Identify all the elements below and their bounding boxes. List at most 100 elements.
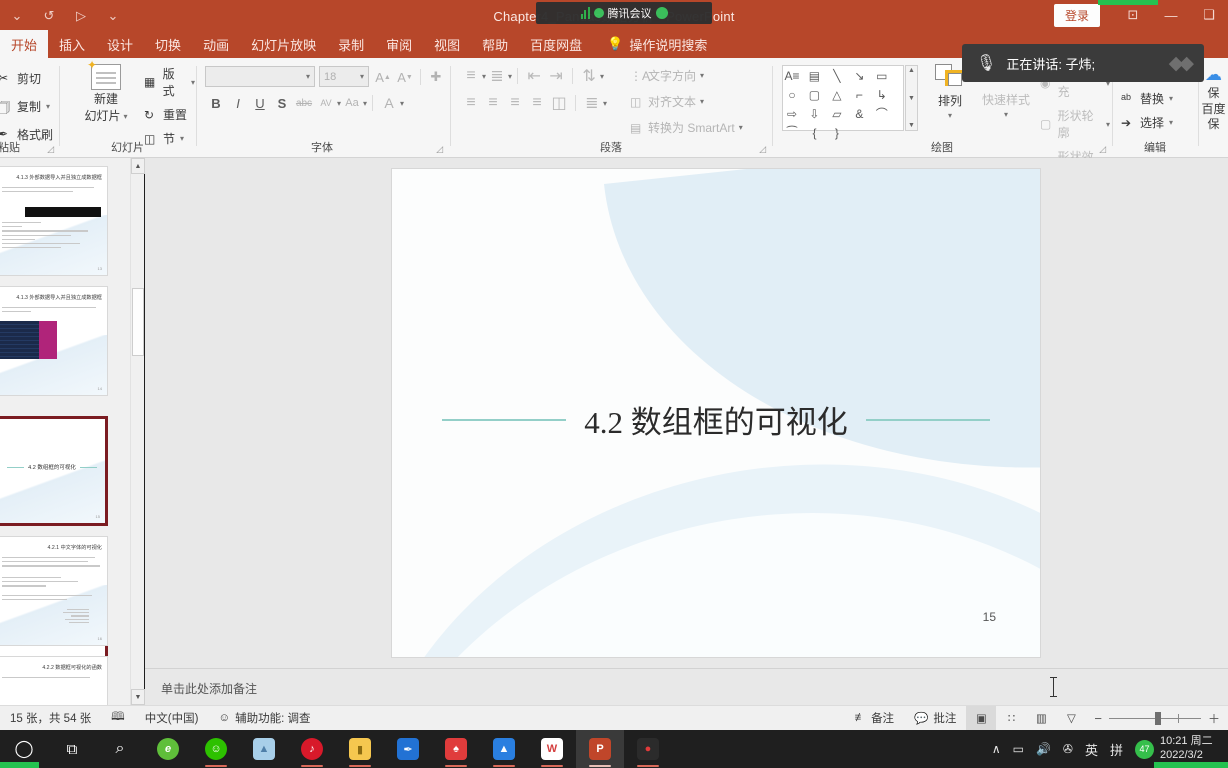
view-normal-button[interactable]: ▣	[966, 705, 997, 731]
tab-insert[interactable]: 插入	[48, 30, 96, 58]
chevron-down-icon[interactable]: ▾	[306, 72, 310, 81]
tab-slideshow[interactable]: 幻灯片放映	[240, 30, 327, 58]
powerpoint-icon[interactable]: P	[576, 730, 624, 768]
tab-view[interactable]: 视图	[423, 30, 471, 58]
browser-icon[interactable]: ●	[624, 730, 672, 768]
comments-toggle-button[interactable]: 💬 批注	[904, 706, 966, 731]
shapes-gallery-scrollbar[interactable]: ▲ ▼ ▼	[905, 65, 918, 131]
font-color-button[interactable]: A	[378, 92, 400, 114]
notes-app-icon[interactable]: ✒	[384, 730, 432, 768]
italic-button[interactable]: I	[227, 92, 249, 114]
ime-pinyin-indicator[interactable]: 拼	[1104, 740, 1129, 759]
tab-record[interactable]: 录制	[327, 30, 375, 58]
show-hidden-icons-chevron-icon[interactable]: ∧	[986, 742, 1007, 756]
chevron-down-icon[interactable]: ▾	[1106, 120, 1110, 129]
list-item-active[interactable]: 4.2 数组框的可视化 15	[0, 416, 108, 526]
change-case-button[interactable]: Aa	[341, 92, 363, 114]
drawing-dialog-launcher-icon[interactable]: ◿	[1099, 144, 1106, 155]
shape-elbow-connector-icon[interactable]: ⌐	[850, 85, 868, 104]
wps-office-icon[interactable]: W	[528, 730, 576, 768]
slide-editing-stage[interactable]: 4.2 数组框的可视化 15	[145, 158, 1228, 668]
tencent-meeting-titlebar-overlay[interactable]: 腾讯会议	[536, 2, 712, 24]
tab-animations[interactable]: 动画	[192, 30, 240, 58]
font-name-combobox[interactable]: ▾	[205, 66, 315, 87]
text-columns-button[interactable]: ≣	[581, 92, 603, 114]
slide-count-status[interactable]: 15 张，共 54 张	[0, 706, 101, 731]
view-slideshow-button[interactable]: ▽	[1056, 706, 1086, 731]
tab-transitions[interactable]: 切换	[144, 30, 192, 58]
numbering-button[interactable]: ≣	[486, 65, 508, 87]
chevron-down-icon[interactable]: ▾	[700, 97, 704, 106]
shapes-gallery[interactable]: A≡ ▤ ╲ ↘ ▭ ○ ▢ △ ⌐ ↳ ⇨ ⇩ ▱ & ⌒ ⁀ { }	[782, 65, 904, 140]
shape-freeform-icon[interactable]: &	[850, 105, 868, 124]
tab-review[interactable]: 审阅	[375, 30, 423, 58]
notes-placeholder[interactable]: 单击此处添加备注	[161, 680, 257, 697]
edge-browser-icon[interactable]: e	[144, 730, 192, 768]
slide-title-placeholder[interactable]: 4.2 数组框的可视化	[392, 397, 1040, 442]
underline-button[interactable]: U	[249, 92, 271, 114]
search-icon[interactable]: ⌕	[96, 730, 144, 768]
scroll-down-icon[interactable]: ▼	[131, 689, 145, 705]
shape-rectangle-icon[interactable]: ▭	[873, 66, 891, 85]
scroll-up-icon[interactable]: ▲	[908, 67, 915, 74]
chevron-down-icon[interactable]: ▾	[1004, 110, 1008, 119]
volume-icon[interactable]: 🔊	[1030, 742, 1057, 756]
shape-text-box-icon[interactable]: A≡	[783, 66, 801, 85]
restore-icon[interactable]: ❑	[1190, 0, 1228, 30]
cut-button[interactable]: ✂ 剪切	[0, 66, 53, 90]
font-size-combobox[interactable]: 18 ▾	[319, 66, 369, 87]
music-app-icon[interactable]: ♪	[288, 730, 336, 768]
character-spacing-button[interactable]: AV	[315, 92, 337, 114]
tencent-meeting-speaking-toast[interactable]: 🎙 正在讲话: 子炜; ◆◆	[962, 44, 1204, 82]
language-status[interactable]: 中文(中国)	[135, 706, 209, 731]
zoom-track[interactable]	[1108, 711, 1201, 725]
paragraph-dialog-launcher-icon[interactable]: ◿	[759, 144, 766, 155]
scroll-down-icon[interactable]: ▼	[908, 95, 915, 102]
shape-arc-icon[interactable]: ⌒	[873, 104, 891, 123]
shape-down-arrow-icon[interactable]: ⇩	[805, 105, 823, 124]
increase-indent-button[interactable]: ⇥	[545, 65, 567, 87]
tell-me-search[interactable]: 💡 操作说明搜索	[593, 30, 718, 58]
chevron-down-icon[interactable]: ▾	[363, 99, 367, 108]
shape-line-icon[interactable]: ╲	[828, 66, 846, 85]
chevron-down-icon[interactable]: ▾	[600, 72, 604, 81]
align-left-button[interactable]: ≡	[460, 92, 482, 114]
clipboard-dialog-launcher-icon[interactable]: ◿	[47, 144, 54, 155]
shape-outline-button[interactable]: ▢ 形状轮廓 ▾	[1040, 107, 1110, 141]
chevron-down-icon[interactable]: ▾	[603, 99, 607, 108]
zoom-in-button[interactable]: ＋	[1208, 710, 1220, 727]
list-item[interactable]: 4.1.3 外部数据导入并且独立成数据框 13	[0, 166, 108, 276]
scrollbar-thumb[interactable]	[132, 288, 144, 356]
thumbnail-pane-scrollbar[interactable]: ▲ ▼	[130, 158, 145, 705]
shape-vertical-text-icon[interactable]: ▤	[805, 66, 823, 85]
file-explorer-icon[interactable]: ▮	[336, 730, 384, 768]
new-slide-button[interactable]: ✦ 新建 幻灯片 ▾	[74, 58, 138, 124]
align-center-button[interactable]: ≡	[482, 92, 504, 114]
chevron-down-icon[interactable]: ▾	[948, 111, 952, 120]
chevron-down-icon[interactable]: ▾	[124, 112, 128, 121]
shape-rounded-rect-icon[interactable]: ▢	[805, 85, 823, 104]
justify-button[interactable]: ≡	[526, 92, 548, 114]
chevron-down-icon[interactable]: ▾	[1169, 118, 1173, 127]
list-item[interactable]: 4.2.1 中文字体的可视化 16	[0, 536, 108, 646]
view-reading-button[interactable]: ▥	[1026, 706, 1056, 731]
wechat-icon[interactable]: ☺	[192, 730, 240, 768]
layout-button[interactable]: ▦ 版式 ▾	[144, 65, 195, 99]
text-shadow-button[interactable]: S	[271, 92, 293, 114]
clock[interactable]: 10:21 周二 2022/3/2	[1160, 735, 1228, 763]
zoom-slider[interactable]: − ＋	[1086, 710, 1228, 727]
chevron-down-icon[interactable]: ▾	[739, 123, 743, 132]
notes-pane[interactable]: 单击此处添加备注	[145, 668, 1228, 705]
ime-mode-indicator[interactable]: 英	[1079, 740, 1104, 759]
columns-button[interactable]: ◫	[548, 92, 570, 114]
notification-badge[interactable]: 47	[1135, 739, 1154, 759]
shape-right-arrow-icon[interactable]: ⇨	[783, 105, 801, 124]
stock-app-icon[interactable]: ▲	[480, 730, 528, 768]
text-direction-button[interactable]: ⋮A 文字方向 ▾	[630, 65, 743, 86]
shape-parallelogram-icon[interactable]: ▱	[828, 105, 846, 124]
list-item[interactable]: 4.2.2 数据框可视化的函数 17	[0, 656, 108, 705]
cards-game-icon[interactable]: ♠	[432, 730, 480, 768]
network-icon[interactable]: ✇	[1057, 742, 1079, 756]
list-item[interactable]: 4.1.3 外部数据导入并且独立成数据框 14	[0, 286, 108, 396]
notes-toggle-button[interactable]: ≢ 备注	[845, 706, 905, 731]
